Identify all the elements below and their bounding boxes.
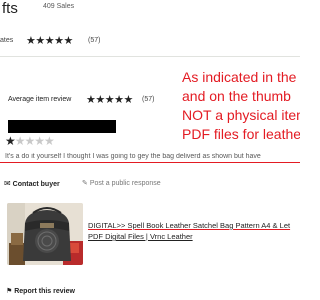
pencil-icon: ✎ <box>82 180 88 187</box>
post-public-response-button[interactable]: ✎ Post a public response <box>82 179 161 187</box>
shop-rating-label: ates <box>0 37 14 44</box>
annotation-line-1: As indicated in the <box>182 69 297 85</box>
contact-buyer-label: Contact buyer <box>12 181 60 188</box>
review-text: It's a do it yourself I thought I was go… <box>5 153 261 160</box>
post-public-response-label: Post a public response <box>89 180 161 187</box>
shop-rating-count: (57) <box>88 37 101 44</box>
report-review-button[interactable]: ⚑ Report this review <box>6 287 75 295</box>
review-star-empty: ★★★★ <box>14 134 55 148</box>
report-review-label: Report this review <box>14 288 75 295</box>
shop-sales-count: 409 Sales <box>43 3 75 10</box>
contact-buyer-button[interactable]: ✉ Contact buyer <box>4 179 60 188</box>
envelope-icon: ✉ <box>4 179 11 188</box>
annotation-line-2: and on the thumb <box>182 88 291 104</box>
header-divider <box>0 56 300 57</box>
listing-thumbnail-image <box>7 203 83 265</box>
review-star-rating: ★★★★★ <box>5 134 55 148</box>
listing-title-line-2: PDF Digital Files | Vrnc Leather <box>88 232 193 241</box>
annotation-line-4: PDF files for leather <box>182 126 300 142</box>
red-annotation-underline <box>0 162 300 163</box>
flag-icon: ⚑ <box>6 288 13 295</box>
shop-rating-stars: ★★★★★ <box>26 35 73 47</box>
average-review-count: (57) <box>142 96 155 103</box>
average-review-stars: ★★★★★ <box>86 94 133 106</box>
review-star-filled: ★ <box>5 134 16 148</box>
shop-name[interactable]: fts <box>2 0 18 17</box>
listing-thumbnail[interactable] <box>7 203 83 265</box>
listing-title-line-1: DIGITAL>> Spell Book Leather Satchel Bag… <box>88 221 291 230</box>
red-annotation-text: As indicated in the and on the thumb NOT… <box>182 68 300 144</box>
listing-title-link[interactable]: DIGITAL>> Spell Book Leather Satchel Bag… <box>88 220 300 242</box>
redacted-reviewer-name <box>8 120 116 133</box>
annotation-line-3: NOT a physical item <box>182 107 300 123</box>
average-review-label: Average item review <box>8 96 72 103</box>
